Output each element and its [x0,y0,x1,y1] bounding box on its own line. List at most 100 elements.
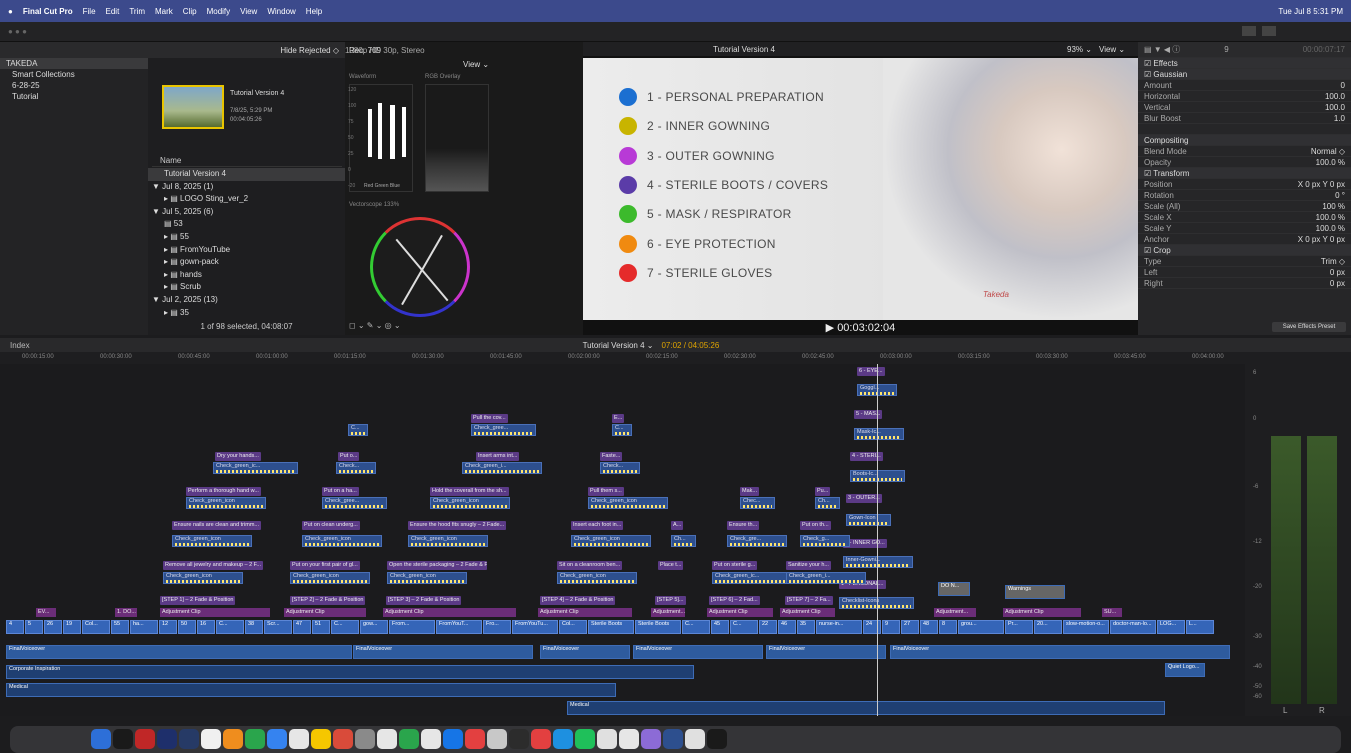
icon-clip[interactable]: Check_green_icon [302,535,382,547]
title-clip[interactable]: E... [612,414,625,423]
inspector-row[interactable]: Right 0 px [1138,278,1351,289]
video-clip[interactable]: From... [389,620,435,634]
icon-clip[interactable]: Check_green_icon [387,572,467,584]
video-clip[interactable]: 8 [939,620,957,634]
video-clip[interactable]: C... [730,620,758,634]
icon-clip[interactable]: Check_green_icon [163,572,243,584]
adjustment-clip[interactable]: Adjustment Clip [383,608,516,617]
video-clip[interactable]: Sterile Boots [635,620,681,634]
menu-item-view[interactable]: View [240,7,257,16]
title-clip[interactable]: Ensure th... [727,521,760,530]
inspector-row[interactable]: ☑ Crop [1138,245,1351,256]
adjustment-clip[interactable]: Adjustment Clip [1003,608,1081,617]
video-clip[interactable]: 51 [312,620,330,634]
video-clip[interactable]: Scr... [264,620,292,634]
clock[interactable]: Tue Jul 8 5:31 PM [1278,7,1343,16]
icon-clip[interactable]: Mask-Ic... [854,428,904,440]
dock-app-icon[interactable] [179,729,199,749]
zoom-menu[interactable]: 93% ⌄ [1067,45,1092,54]
dock-app-icon[interactable] [333,729,353,749]
title-clip[interactable]: 6 - EYE... [857,367,885,376]
inspector-value[interactable]: 100 % [1322,202,1345,211]
menu-item-modify[interactable]: Modify [207,7,231,16]
browser-row[interactable]: ▼ Jul 2, 2025 (13) [148,294,345,307]
video-clip[interactable]: nurse-in... [816,620,862,634]
dock-app-icon[interactable] [443,729,463,749]
apple-icon[interactable]: ● [8,7,13,16]
browser-row[interactable]: ▸ ▤ Scrub [148,281,345,294]
project-thumbnail[interactable] [162,85,224,129]
video-clip[interactable]: Col... [82,620,110,634]
icon-clip[interactable]: Ch... [671,535,696,547]
video-clip[interactable]: 4 [6,620,24,634]
inspector-row[interactable]: ☑ Transform [1138,168,1351,179]
dock-app-icon[interactable] [157,729,177,749]
icon-clip[interactable]: Check_gree... [322,497,387,509]
dock-app-icon[interactable] [553,729,573,749]
icon-clip[interactable]: Check_gree... [471,424,536,436]
video-clip[interactable]: 47 [293,620,311,634]
browser-row[interactable]: ▸ ▤ 35 [148,307,345,320]
title-clip[interactable]: Ensure the hood fits snugly – 2 Fade... [408,521,507,530]
video-clip[interactable]: Fro... [483,620,511,634]
menu-item-edit[interactable]: Edit [106,7,120,16]
title-clip[interactable]: [STEP 5]... [655,596,686,605]
video-clip[interactable]: FromYouT... [436,620,482,634]
inspector-row[interactable]: Type Trim ◇ [1138,256,1351,267]
menu-item-mark[interactable]: Mark [155,7,173,16]
video-clip[interactable]: 38 [245,620,263,634]
dock-app-icon[interactable] [267,729,287,749]
video-clip[interactable]: 46 [778,620,796,634]
save-effects-preset-button[interactable]: Save Effects Preset [1272,322,1346,332]
scope-view-menu[interactable]: View ⌄ [463,60,489,69]
video-clip[interactable]: C... [216,620,244,634]
title-clip[interactable]: Put on clean underg... [302,521,360,530]
title-clip[interactable]: Put on th... [800,521,831,530]
inspector-value[interactable]: 100.0 % [1316,158,1345,167]
video-clip[interactable]: Pr... [1005,620,1033,634]
icon-clip[interactable]: Ch... [815,497,840,509]
inspector-tabs[interactable]: ▤ ▼ ◀ ⓘ [1144,44,1180,55]
app-menu[interactable]: Final Cut Pro [23,7,73,16]
icon-clip[interactable]: Inner-Gowni... [843,556,913,568]
inspector-value[interactable]: X 0 px Y 0 px [1298,180,1345,189]
hide-rejected-select[interactable]: Hide Rejected ◇ [280,46,339,55]
inspector-value[interactable]: 0 px [1330,279,1345,288]
browser-row[interactable]: ▼ Jul 5, 2025 (6) [148,206,345,219]
extra-clip[interactable]: Quiet Logo... [1165,663,1205,677]
video-clip[interactable]: 26 [44,620,62,634]
inspector-value[interactable]: 100.0 % [1316,213,1345,222]
dock-app-icon[interactable] [135,729,155,749]
title-clip[interactable]: Mak... [740,487,759,496]
adjustment-clip[interactable]: Adjustment Clip [707,608,773,617]
icon-clip[interactable]: C... [348,424,368,436]
icon-clip[interactable]: Check_green_icon [172,535,252,547]
video-clip[interactable]: 55 [111,620,129,634]
browser-row[interactable]: Tutorial Version 4 [148,168,345,181]
inspector-row[interactable]: Anchor X 0 px Y 0 px [1138,234,1351,245]
icon-clip[interactable]: Check_green_icon [430,497,510,509]
video-clip[interactable]: 50 [178,620,196,634]
video-clip[interactable]: C... [331,620,359,634]
extra-clip[interactable]: DO N... [938,582,970,596]
video-clip[interactable]: grou... [958,620,1004,634]
index-button[interactable]: Index [10,341,30,350]
icon-clip[interactable]: Check_green_icon [571,535,651,547]
video-clip[interactable]: 12 [159,620,177,634]
dock-app-icon[interactable] [465,729,485,749]
title-clip[interactable]: Ensure nails are clean and trimm... [172,521,261,530]
sidebar-item-2[interactable]: Tutorial [0,91,148,102]
dock-app-icon[interactable] [399,729,419,749]
menu-item-window[interactable]: Window [267,7,295,16]
inspector-row[interactable]: Blur Boost 1.0 [1138,113,1351,124]
library-root[interactable]: TAKEDA [0,58,148,69]
inspector-value[interactable]: 1.0 [1334,114,1345,123]
timeline-ruler[interactable]: 00:00:15:00 00:00:30:00 00:00:45:00 00:01:0… [0,352,1245,364]
icon-clip[interactable]: Check_green_icon [186,497,266,509]
inspector-row[interactable]: Rotation 0 ° [1138,190,1351,201]
video-clip[interactable]: Sterile Boots [588,620,634,634]
adjustment-clip[interactable]: Adjustment Clip [160,608,270,617]
title-clip[interactable]: Open the sterile packaging – 2 Fade & Po… [387,561,487,570]
inspector-row[interactable]: Position X 0 px Y 0 px [1138,179,1351,190]
menu-item-help[interactable]: Help [306,7,322,16]
